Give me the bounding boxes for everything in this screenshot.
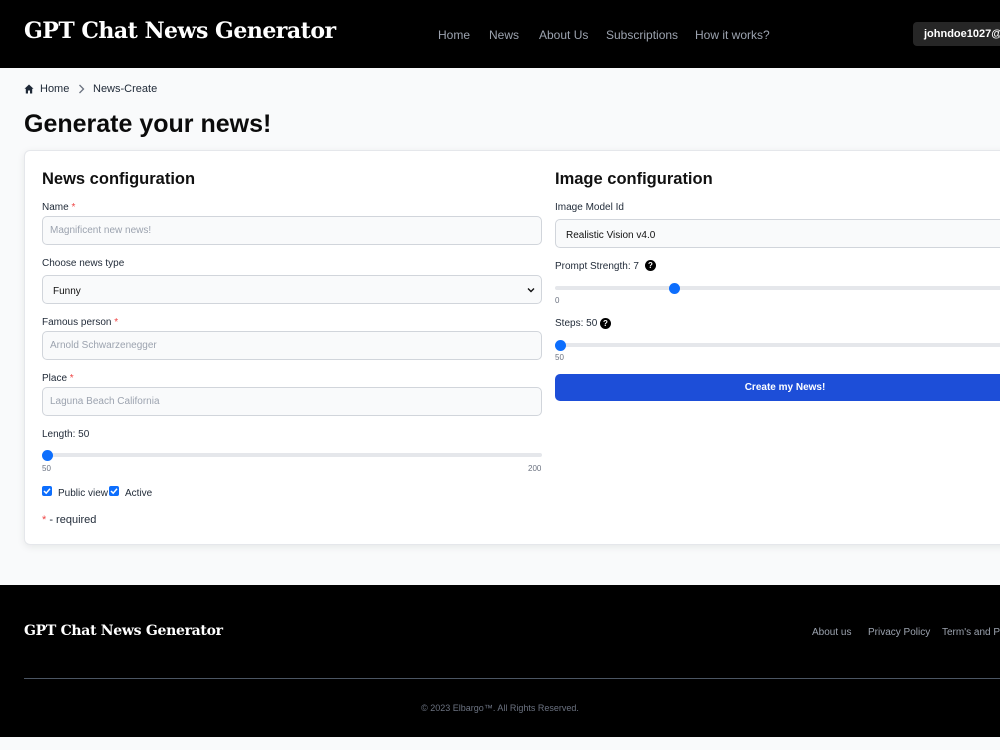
prompt-strength-label: Prompt Strength: 7	[555, 261, 639, 272]
footer-logo[interactable]: GPT Chat News Generator	[24, 623, 223, 639]
public-view-label: Public view	[58, 488, 109, 499]
length-slider-track[interactable]	[42, 453, 542, 457]
steps-min: 50	[555, 353, 564, 362]
news-config-title: News configuration	[42, 170, 196, 188]
nav-news[interactable]: News	[489, 28, 519, 42]
user-account-button[interactable]: johndoe1027@gmail.com	[913, 22, 1000, 46]
image-model-select[interactable]: Realistic Vision v4.0	[555, 219, 1000, 248]
length-min: 50	[42, 464, 51, 473]
name-input[interactable]	[42, 216, 542, 245]
prompt-strength-slider-track[interactable]	[555, 286, 1000, 290]
steps-slider-thumb[interactable]	[555, 340, 566, 351]
active-label: Active	[125, 488, 153, 499]
famous-person-input[interactable]	[42, 331, 542, 360]
breadcrumb-home[interactable]: Home	[40, 83, 69, 95]
steps-help-icon[interactable]: ?	[600, 318, 611, 329]
place-input[interactable]	[42, 387, 542, 416]
page-title: Generate your news!	[24, 110, 272, 138]
prompt-strength-slider-thumb[interactable]	[669, 283, 680, 294]
nav-how-it-works[interactable]: How it works?	[695, 28, 770, 42]
prompt-strength-min: 0	[555, 296, 560, 305]
name-label: Name *	[42, 202, 76, 213]
image-model-label: Image Model Id	[555, 202, 624, 213]
required-note: * - required	[42, 514, 97, 526]
checkmark-icon	[110, 488, 118, 495]
footer: GPT Chat News Generator About us Privacy…	[0, 585, 1000, 737]
footer-about-us[interactable]: About us	[812, 627, 851, 638]
nav-subscriptions[interactable]: Subscriptions	[606, 28, 678, 42]
chevron-down-icon	[527, 288, 535, 293]
breadcrumb-current: News-Create	[93, 83, 158, 95]
length-slider-thumb[interactable]	[42, 450, 53, 461]
create-news-button[interactable]: Create my News!	[555, 374, 1000, 401]
steps-label: Steps: 50	[555, 318, 598, 329]
news-type-value: Funny	[53, 286, 81, 297]
place-label: Place *	[42, 373, 74, 384]
site-logo[interactable]: GPT Chat News Generator	[24, 18, 336, 44]
image-model-value: Realistic Vision v4.0	[566, 230, 656, 241]
image-config-title: Image configuration	[555, 170, 713, 188]
prompt-strength-help-icon[interactable]: ?	[645, 260, 656, 271]
active-checkbox[interactable]	[109, 486, 119, 496]
news-type-select[interactable]: Funny	[42, 275, 542, 304]
copyright: © 2023 Elbargo™. All Rights Reserved.	[421, 703, 579, 713]
top-navbar: GPT Chat News Generator Home News About …	[0, 0, 1000, 68]
steps-slider-track[interactable]	[555, 343, 1000, 347]
footer-terms[interactable]: Term's and Privacy	[942, 627, 1000, 638]
chevron-right-icon	[79, 84, 85, 94]
footer-privacy-policy[interactable]: Privacy Policy	[868, 627, 930, 638]
home-icon	[24, 84, 34, 94]
news-type-label: Choose news type	[42, 258, 125, 269]
length-label: Length: 50	[42, 429, 90, 440]
nav-about-us[interactable]: About Us	[539, 28, 588, 42]
nav-home[interactable]: Home	[438, 28, 470, 42]
famous-person-label: Famous person *	[42, 317, 119, 328]
length-max: 200	[528, 464, 542, 473]
checkmark-icon	[43, 488, 51, 495]
public-view-checkbox[interactable]	[42, 486, 52, 496]
footer-divider	[24, 678, 1000, 679]
